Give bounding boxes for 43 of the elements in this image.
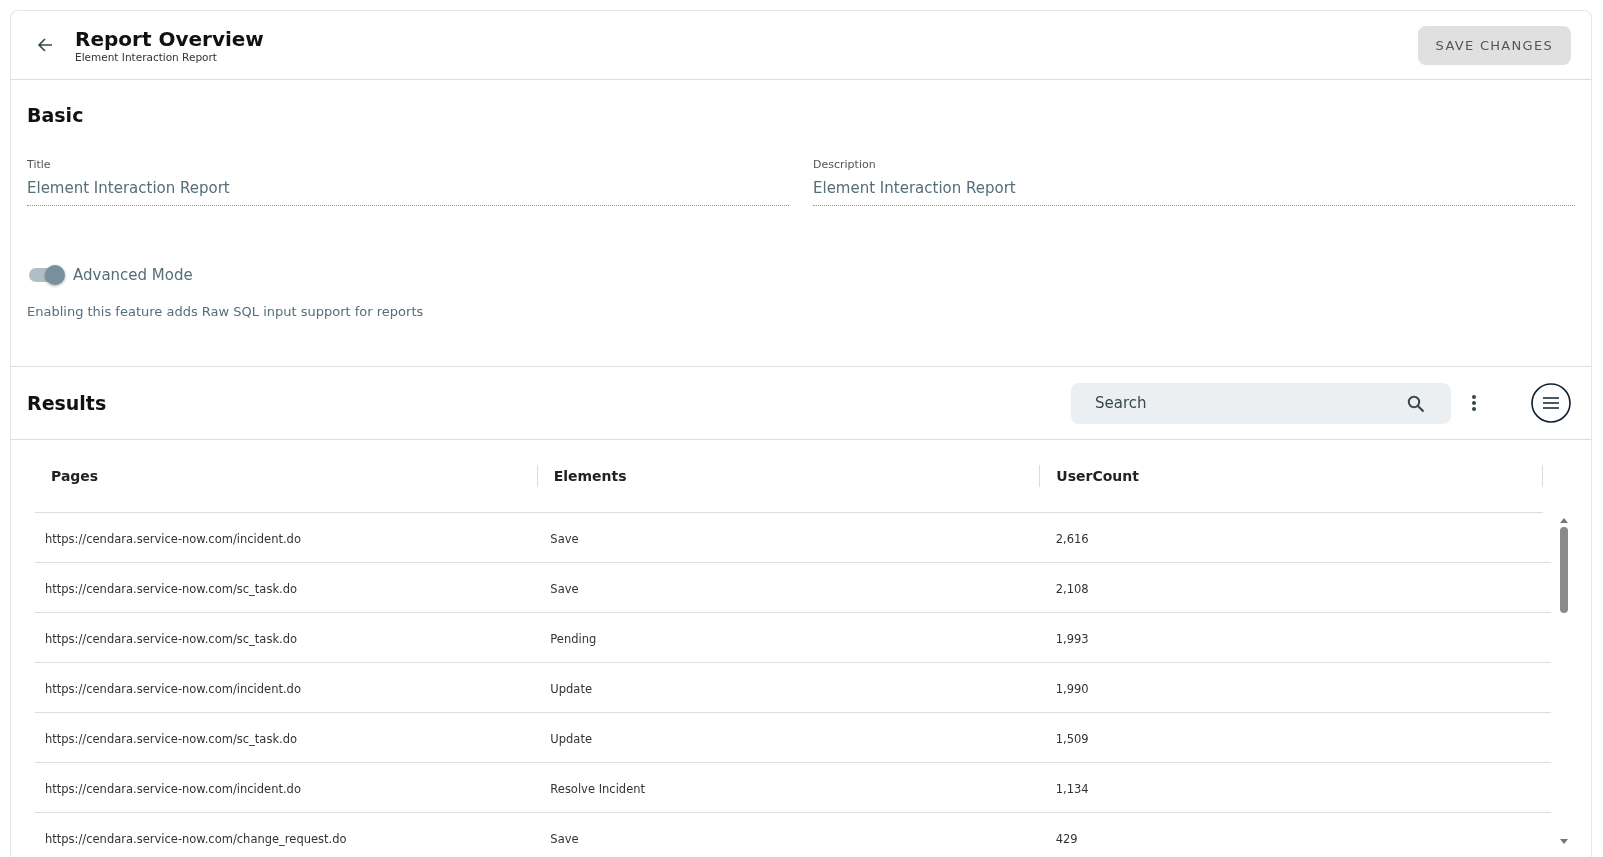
scroll-down-arrow-icon[interactable] [1559, 839, 1569, 845]
table-cell: https://cendara.service-now.com/sc_task.do [45, 582, 298, 596]
more-options-icon[interactable] [1471, 394, 1477, 412]
table-cell: 2,616 [1055, 532, 1089, 546]
table-cell: Save [550, 532, 579, 546]
column-header[interactable]: Elements [537, 465, 1041, 487]
table-cell: https://cendara.service-now.com/incident.do [45, 782, 301, 796]
table-cell: 1,509 [1055, 732, 1089, 746]
table-cell: Save [550, 582, 579, 596]
advanced-mode-toggle[interactable] [29, 268, 63, 282]
table-cell: 2,108 [1055, 582, 1089, 596]
scroll-up-arrow-icon[interactable] [1559, 517, 1569, 523]
field-label: Description [813, 158, 877, 171]
text-field[interactable]: Element Interaction Report [27, 175, 789, 206]
menu-icon[interactable] [1531, 383, 1571, 423]
table-cell: Pending [550, 632, 597, 646]
table-cell: 1,134 [1055, 782, 1089, 796]
field-label: Title [27, 158, 52, 171]
table-cell: https://cendara.service-now.com/incident.do [45, 682, 301, 696]
table-cell: Resolve Incident [550, 782, 645, 796]
toggle-label: Advanced Mode [73, 266, 193, 284]
back-arrow-icon[interactable] [37, 37, 53, 53]
help-text: Enabling this feature adds Raw SQL input support for reports [27, 304, 425, 319]
table-cell: Update [550, 682, 592, 696]
scrollbar-thumb[interactable] [1560, 527, 1568, 613]
table-cell: https://cendara.service-now.com/sc_task.do [45, 632, 298, 646]
text-field[interactable]: Element Interaction Report [813, 175, 1575, 206]
search-field[interactable]: Search [1071, 382, 1451, 424]
table-cell: 1,990 [1055, 682, 1089, 696]
column-header[interactable]: UserCount [1040, 465, 1543, 487]
table-cell: https://cendara.service-now.com/incident.do [45, 532, 301, 546]
table-cell: 1,993 [1055, 632, 1089, 646]
page-title: Report Overview [75, 27, 265, 51]
section-heading: Basic [27, 104, 85, 126]
table-cell: https://cendara.service-now.com/sc_task.do [45, 732, 298, 746]
table-cell: Update [550, 732, 592, 746]
table-cell: https://cendara.service-now.com/change_request.do [45, 832, 347, 846]
column-header[interactable]: Pages [35, 465, 538, 487]
page-subtitle: Element Interaction Report [75, 51, 218, 63]
section-heading: Results [27, 392, 107, 414]
table-cell: Save [550, 832, 579, 846]
table-cell: 429 [1055, 832, 1078, 846]
search-icon [1407, 394, 1425, 413]
